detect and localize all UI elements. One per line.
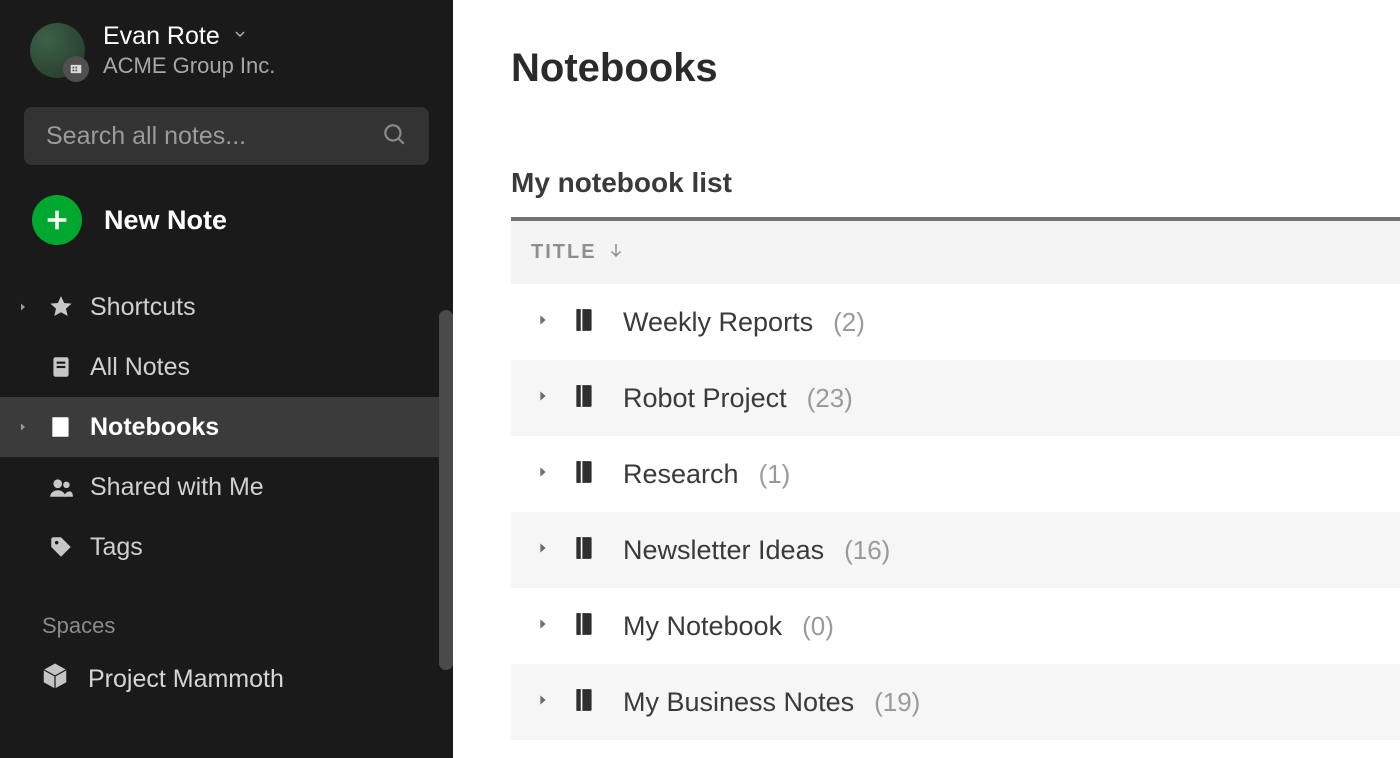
notebook-icon — [46, 414, 76, 440]
notebook-count: (16) — [844, 535, 890, 566]
notebook-title: Weekly Reports — [623, 307, 813, 338]
notebook-row[interactable]: My Notebook (0) — [511, 588, 1400, 664]
notebook-row[interactable]: Weekly Reports (2) — [511, 284, 1400, 360]
caret-right-icon — [14, 421, 32, 433]
column-header-label: TITLE — [531, 241, 597, 264]
sidebar-item-tags[interactable]: Tags — [0, 517, 453, 577]
chevron-down-icon — [232, 26, 248, 47]
people-icon — [46, 474, 76, 500]
account-switcher[interactable]: Evan Rote ACME Group Inc. — [0, 0, 453, 79]
notebook-table: TITLE Weekly Reports (2) Robot Project (23)… — [511, 217, 1400, 740]
notebook-row[interactable]: Robot Project (23) — [511, 360, 1400, 436]
notebook-row[interactable]: Research (1) — [511, 436, 1400, 512]
star-icon — [46, 294, 76, 320]
sidebar-item-notebooks[interactable]: Notebooks — [0, 397, 453, 457]
search-input[interactable]: Search all notes... — [24, 107, 429, 165]
notebook-icon — [571, 305, 597, 340]
notebook-count: (23) — [807, 383, 853, 414]
caret-right-icon[interactable] — [535, 616, 551, 637]
caret-right-icon[interactable] — [535, 312, 551, 333]
new-note-button[interactable]: New Note — [0, 165, 453, 263]
note-icon — [46, 354, 76, 380]
notebook-count: (19) — [874, 687, 920, 718]
notebook-icon — [571, 685, 597, 720]
user-name: Evan Rote — [103, 22, 220, 51]
caret-right-icon[interactable] — [535, 464, 551, 485]
notebook-title: My Business Notes — [623, 687, 854, 718]
space-label: Project Mammoth — [88, 665, 284, 694]
caret-right-icon — [14, 301, 32, 313]
plus-icon — [32, 195, 82, 245]
notebook-icon — [571, 457, 597, 492]
space-item-project-mammoth[interactable]: Project Mammoth — [0, 653, 453, 705]
caret-right-icon[interactable] — [535, 692, 551, 713]
notebook-title: Robot Project — [623, 383, 787, 414]
caret-right-icon[interactable] — [535, 540, 551, 561]
notebook-count: (0) — [802, 611, 834, 642]
caret-right-icon[interactable] — [535, 388, 551, 409]
notebook-title: Newsletter Ideas — [623, 535, 824, 566]
sidebar-item-all-notes[interactable]: All Notes — [0, 337, 453, 397]
sidebar-item-label: Notebooks — [90, 413, 219, 442]
main-panel: Notebooks My notebook list TITLE Weekly … — [453, 0, 1400, 758]
new-note-label: New Note — [104, 205, 227, 236]
sidebar-item-shortcuts[interactable]: Shortcuts — [0, 277, 453, 337]
sidebar-scrollbar[interactable] — [439, 310, 453, 670]
spaces-heading: Spaces — [0, 577, 453, 653]
sidebar-item-label: Tags — [90, 533, 143, 562]
notebook-title: Research — [623, 459, 739, 490]
notebook-row[interactable]: My Business Notes (19) — [511, 664, 1400, 740]
sort-arrow-down-icon — [607, 241, 625, 264]
sidebar-item-shared-with-me[interactable]: Shared with Me — [0, 457, 453, 517]
notebook-count: (1) — [759, 459, 791, 490]
list-subtitle: My notebook list — [511, 167, 1400, 199]
sidebar-nav: Shortcuts All Notes Notebooks Shared with M… — [0, 277, 453, 577]
notebook-count: (2) — [833, 307, 865, 338]
sidebar: Evan Rote ACME Group Inc. Search all not… — [0, 0, 453, 758]
sidebar-item-label: All Notes — [90, 353, 190, 382]
org-badge-icon — [63, 56, 89, 82]
tag-icon — [46, 534, 76, 560]
page-title: Notebooks — [511, 46, 1400, 91]
user-org: ACME Group Inc. — [103, 53, 275, 79]
notebook-icon — [571, 381, 597, 416]
notebook-icon — [571, 609, 597, 644]
notebook-row[interactable]: Newsletter Ideas (16) — [511, 512, 1400, 588]
sidebar-item-label: Shared with Me — [90, 473, 264, 502]
avatar — [30, 23, 85, 78]
search-icon — [381, 121, 407, 152]
column-header-title[interactable]: TITLE — [511, 221, 1400, 284]
spaces-list: Project Mammoth — [0, 653, 453, 705]
notebook-icon — [571, 533, 597, 568]
sidebar-item-label: Shortcuts — [90, 293, 196, 322]
search-placeholder: Search all notes... — [46, 122, 381, 151]
notebook-title: My Notebook — [623, 611, 782, 642]
cube-icon — [40, 661, 70, 698]
